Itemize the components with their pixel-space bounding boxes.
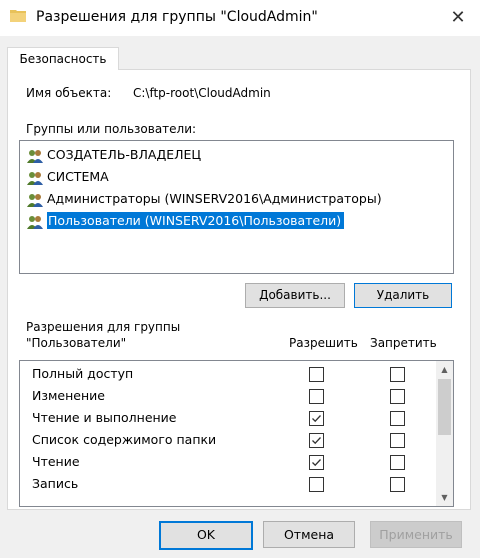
dialog-body: Безопасность Имя объекта: C:\ftp-root\Cl…	[0, 36, 480, 558]
apply-button[interactable]: Применить	[370, 521, 462, 548]
permission-row: Чтение и выполнение	[20, 407, 430, 429]
allow-checkbox[interactable]	[309, 389, 324, 404]
user-group-icon	[26, 192, 44, 208]
deny-column-header: Запретить	[370, 336, 437, 350]
deny-checkbox[interactable]	[390, 389, 405, 404]
remove-button[interactable]: Удалить	[354, 283, 452, 308]
window-title: Разрешения для группы "CloudAdmin"	[36, 9, 318, 25]
list-item[interactable]: Администраторы (WINSERV2016\Администрато…	[26, 189, 382, 209]
list-item[interactable]: СИСТЕМА	[26, 167, 109, 187]
scroll-up-arrow-icon[interactable]: ▲	[436, 361, 453, 378]
title-bar: Разрешения для группы "CloudAdmin" ✕	[0, 0, 480, 36]
object-name-value: C:\ftp-root\CloudAdmin	[133, 86, 271, 100]
allow-checkbox[interactable]	[309, 411, 324, 426]
deny-checkbox[interactable]	[390, 411, 405, 426]
permission-name: Изменение	[32, 388, 105, 403]
allow-checkbox[interactable]	[309, 455, 324, 470]
allow-checkbox[interactable]	[309, 367, 324, 382]
permissions-label-line2: "Пользователи"	[26, 336, 127, 350]
permission-name: Чтение и выполнение	[32, 410, 177, 425]
permissions-table: Полный доступ Изменение Чтение и выполнени…	[19, 360, 454, 507]
user-group-icon	[26, 148, 44, 164]
user-group-icon	[26, 214, 44, 230]
permission-row: Чтение	[20, 451, 430, 473]
allow-checkbox[interactable]	[309, 477, 324, 492]
allow-checkbox[interactable]	[309, 433, 324, 448]
scroll-thumb[interactable]	[438, 379, 451, 435]
permission-row: Запись	[20, 473, 430, 495]
permission-name: Полный доступ	[32, 366, 134, 381]
tab-security[interactable]: Безопасность	[7, 47, 119, 70]
deny-checkbox[interactable]	[390, 433, 405, 448]
permission-row: Список содержимого папки	[20, 429, 430, 451]
deny-checkbox[interactable]	[390, 477, 405, 492]
permission-name: Список содержимого папки	[32, 432, 217, 447]
close-icon: ✕	[450, 7, 466, 28]
cancel-button[interactable]: Отмена	[263, 521, 355, 548]
add-button[interactable]: Добавить...	[245, 283, 345, 308]
ok-button[interactable]: OK	[159, 521, 253, 550]
permissions-label-line1: Разрешения для группы	[26, 320, 181, 334]
deny-checkbox[interactable]	[390, 455, 405, 470]
list-item-selected[interactable]: Пользователи (WINSERV2016\Пользователи)	[26, 211, 345, 231]
deny-checkbox[interactable]	[390, 367, 405, 382]
permission-name: Чтение	[32, 454, 80, 469]
vertical-scrollbar[interactable]: ▲ ▼	[436, 361, 453, 506]
folder-icon	[10, 8, 26, 22]
permission-name: Запись	[32, 476, 79, 491]
close-button[interactable]: ✕	[446, 6, 470, 30]
groups-label: Группы или пользователи:	[26, 122, 197, 136]
permission-row: Полный доступ	[20, 363, 430, 385]
list-item[interactable]: СОЗДАТЕЛЬ-ВЛАДЕЛЕЦ	[26, 145, 201, 165]
scroll-down-arrow-icon[interactable]: ▼	[436, 489, 453, 506]
user-group-icon	[26, 170, 44, 186]
groups-listbox[interactable]: СОЗДАТЕЛЬ-ВЛАДЕЛЕЦ СИСТЕМА Администратор…	[19, 140, 454, 274]
object-name-label: Имя объекта:	[26, 86, 112, 100]
allow-column-header: Разрешить	[289, 336, 358, 350]
permission-row: Изменение	[20, 385, 430, 407]
